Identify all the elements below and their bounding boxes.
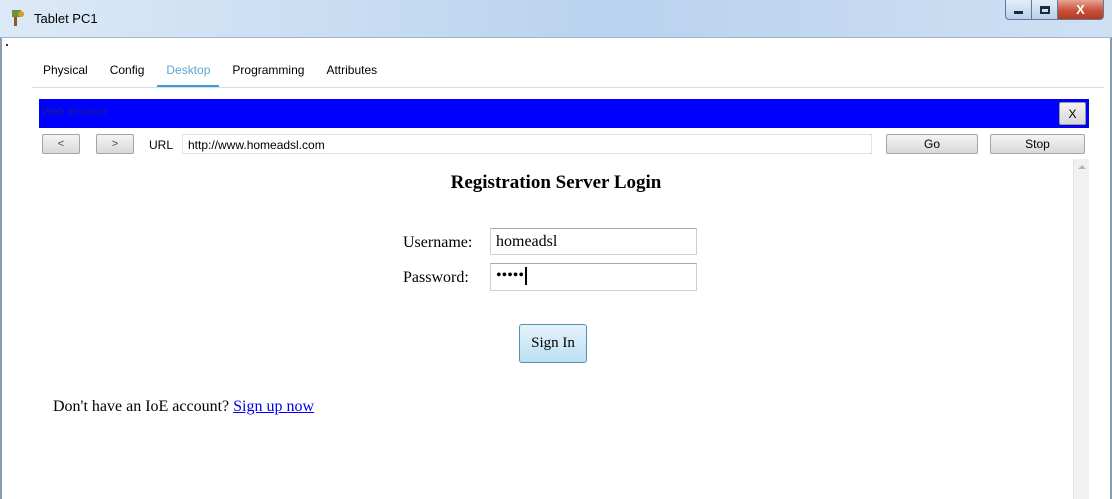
url-input[interactable]: http://www.homeadsl.com [182, 134, 872, 154]
signup-prompt-text: Don't have an IoE account? [53, 398, 230, 415]
back-button[interactable]: < [42, 134, 80, 154]
url-label: URL [149, 138, 174, 152]
tab-programming[interactable]: Programming [221, 58, 315, 88]
forward-arrow-icon: > [111, 138, 119, 150]
minimize-button[interactable] [1005, 0, 1032, 20]
password-mask: ••••• [496, 267, 525, 284]
signup-prompt: Don't have an IoE account? Sign up now [53, 398, 314, 416]
tab-attributes[interactable]: Attributes [315, 58, 388, 88]
device-tabs: Physical Config Desktop Programming Attr… [32, 58, 388, 88]
browser-nav-bar: < > URL http://www.homeadsl.com Go Stop [39, 132, 1089, 156]
browser-title: Web Browser [42, 106, 108, 118]
frame-dot [6, 44, 8, 46]
vertical-scrollbar[interactable] [1073, 159, 1089, 499]
scroll-up-icon[interactable] [1078, 165, 1086, 169]
device-window: Physical Config Desktop Programming Attr… [0, 38, 1112, 499]
go-button[interactable]: Go [886, 134, 978, 154]
minimize-icon [1014, 11, 1023, 14]
stop-button[interactable]: Stop [990, 134, 1085, 154]
tabs-divider [32, 87, 1104, 88]
web-browser: Web Browser X < > URL http://www.homeads… [39, 99, 1089, 499]
window-title-bar[interactable]: Tablet PC1 X [0, 0, 1112, 38]
username-input[interactable]: homeadsl [490, 228, 697, 255]
back-arrow-icon: < [57, 138, 65, 150]
app-icon [9, 9, 27, 27]
forward-button[interactable]: > [96, 134, 134, 154]
maximize-button[interactable] [1032, 0, 1058, 20]
close-icon: X [1076, 2, 1085, 17]
password-label: Password: [403, 269, 469, 286]
window-title: Tablet PC1 [34, 11, 98, 26]
tab-config[interactable]: Config [99, 58, 156, 88]
browser-title-bar: Web Browser X [39, 99, 1089, 128]
page-title: Registration Server Login [450, 172, 662, 193]
tab-physical[interactable]: Physical [32, 58, 99, 88]
web-page: Registration Server Login Username: home… [39, 159, 1073, 499]
maximize-icon [1039, 5, 1050, 14]
username-label: Username: [403, 234, 473, 251]
text-cursor [525, 267, 528, 286]
tab-desktop[interactable]: Desktop [155, 58, 221, 88]
browser-close-button[interactable]: X [1059, 102, 1086, 125]
sign-up-link[interactable]: Sign up now [233, 398, 314, 415]
password-input[interactable]: ••••• [490, 263, 697, 291]
sign-in-button[interactable]: Sign In [519, 324, 587, 363]
window-controls: X [1005, 0, 1104, 20]
window-close-button[interactable]: X [1058, 0, 1104, 20]
